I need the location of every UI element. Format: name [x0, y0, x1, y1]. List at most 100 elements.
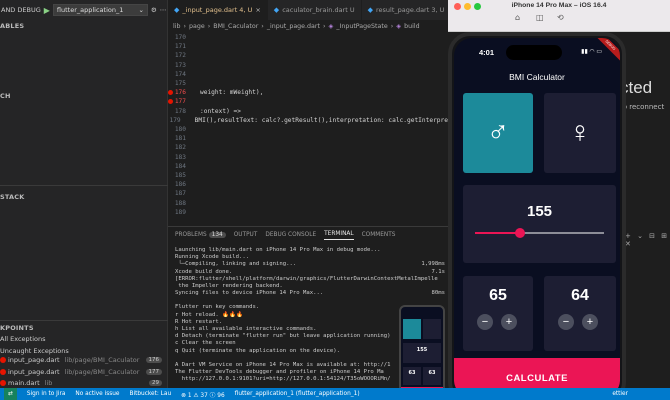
home-icon[interactable]: ⌂: [515, 13, 520, 22]
terminal-text: http://127.0.0.1:9101?uri=http://127.0.0…: [175, 376, 391, 383]
editor-tabs: ◆ _input_page.dart 4, U × ◆ caculator_br…: [168, 0, 452, 20]
status-time: 4:01: [479, 48, 495, 57]
panel-tabs: PROBLEMS 134 OUTPUT DEBUG CONSOLE TERMINA…: [168, 227, 448, 243]
debug-config-name: flutter_application_1: [56, 6, 124, 14]
breadcrumb-item[interactable]: lib: [173, 23, 181, 30]
divider: [0, 320, 168, 321]
panel-controls-icon[interactable]: + ⌄ ⊟ ⊞ ✕: [625, 232, 670, 248]
dart-file-icon: ◆: [367, 6, 373, 14]
chevron-right-icon: ›: [322, 22, 326, 30]
age-minus-button[interactable]: −: [558, 314, 574, 330]
breakpoints-section[interactable]: KPOINTS: [0, 324, 34, 332]
breadcrumb-item[interactable]: BMI_Caculator: [213, 23, 258, 30]
breakpoint-dot-icon: [0, 380, 6, 386]
slider-fill: [475, 232, 521, 234]
status-bar: ⇄ Sign in to Jira No active issue Bitbuc…: [0, 388, 670, 400]
debug-sidebar: AND DEBUG ▶ flutter_application_1 ⌄ ⚙ ⋯ …: [0, 0, 168, 388]
breakpoint-all-exceptions[interactable]: All Exceptions: [0, 333, 168, 345]
simulator-thumbnail[interactable]: 155 63 63: [399, 305, 445, 397]
line-number: 173: [174, 61, 186, 69]
breakpoint-line: 177: [145, 369, 162, 375]
tab-terminal[interactable]: TERMINAL: [324, 231, 354, 240]
tab-label: _input_page.dart 4, U: [182, 6, 253, 14]
breadcrumb-item[interactable]: _InputPageState: [336, 23, 387, 30]
terminal-line: └─Compiling, linking and signing... 1,998…: [175, 261, 445, 268]
mini-weight-card: 63: [403, 367, 421, 385]
line-number: 178: [174, 107, 186, 115]
line-number: 170: [174, 34, 186, 41]
status-icons: ▮▮ ◠ ▭: [581, 49, 602, 55]
problems-badge: 134: [208, 232, 226, 238]
bitbucket-status[interactable]: Bitbucket: Lau: [130, 391, 172, 397]
tab-comments[interactable]: COMMENTS: [362, 232, 396, 238]
dart-file-icon: ◆: [273, 6, 280, 14]
female-card[interactable]: ♀: [544, 93, 616, 173]
weight-plus-button[interactable]: +: [501, 314, 517, 330]
mini-female-card: [423, 319, 441, 339]
terminal-text: └─Compiling, linking and signing...: [175, 261, 297, 268]
slider-thumb[interactable]: [515, 228, 526, 238]
breadcrumb-item[interactable]: build: [404, 23, 419, 30]
mini-weight-value: 63: [408, 370, 416, 376]
mini-height-card: 155: [403, 343, 441, 363]
debug-session-status[interactable]: flutter_application_1 (flutter_applicati…: [235, 391, 360, 397]
tab-caculator-brain[interactable]: ◆ caculator_brain.dart U: [268, 0, 362, 20]
chevron-right-icon: ›: [207, 22, 211, 30]
breakpoint-dot-icon: [0, 357, 6, 363]
line-number: 172: [174, 52, 186, 60]
line-number: 184: [174, 162, 186, 170]
prettier-status[interactable]: ettier: [612, 391, 628, 397]
tab-output[interactable]: OUTPUT: [234, 232, 258, 238]
chevron-down-icon: ⌄: [138, 6, 144, 14]
weight-minus-button[interactable]: −: [477, 314, 493, 330]
code-line[interactable]: 189: [168, 207, 448, 218]
terminal-text: Xcode build done.: [175, 268, 233, 275]
tab-input-page[interactable]: ◆ _input_page.dart 4, U ×: [168, 0, 268, 20]
more-icon[interactable]: ⋯: [160, 6, 167, 14]
terminal-text: the Impeller rendering backend.: [175, 283, 283, 290]
breakpoint-item[interactable]: input_page.dart lib/page/BMI_Caculator 1…: [0, 354, 168, 366]
code-editor[interactable]: 170 171 172 173 174 175 176 weight: mWeight), 17…: [168, 32, 448, 220]
call-stack-section[interactable]: STACK: [0, 193, 24, 201]
debug-config-select[interactable]: flutter_application_1 ⌄: [52, 4, 148, 16]
tab-label: result_page.dart 3, U: [376, 6, 445, 14]
breadcrumb-item[interactable]: _input_page.dart: [267, 23, 320, 30]
breadcrumb-item[interactable]: page: [189, 23, 205, 30]
line-number: 189: [174, 208, 186, 216]
remote-icon[interactable]: ⇄: [4, 388, 17, 400]
close-icon[interactable]: ×: [255, 6, 260, 14]
breakpoint-label: input_page.dart: [8, 368, 60, 376]
height-slider[interactable]: [475, 228, 604, 238]
breakpoint-path: lib/page/BMI_Caculator: [64, 356, 140, 364]
female-icon: ♀: [568, 116, 592, 149]
rotate-icon[interactable]: ⟲: [557, 13, 564, 22]
jira-sign-in[interactable]: Sign in to Jira: [27, 391, 66, 397]
male-card[interactable]: ♂: [463, 93, 533, 173]
weight-card: 65 − +: [463, 276, 533, 351]
divider: [0, 185, 168, 186]
mini-male-card: [403, 319, 421, 339]
variables-section[interactable]: ABLES: [0, 22, 24, 30]
tab-problems[interactable]: PROBLEMS 134: [175, 232, 226, 238]
breadcrumb: lib › page › BMI_Caculator › _input_page.da…: [168, 20, 448, 32]
line-number: 183: [174, 153, 186, 161]
tab-debug-console[interactable]: DEBUG CONSOLE: [265, 232, 316, 238]
iphone-simulator: 4:01 ▮▮ ◠ ▭ DEBUG BMI Calculator ♂ ♀ 155…: [448, 32, 626, 400]
terminal-line: the Impeller rendering backend.: [175, 283, 445, 290]
watch-section[interactable]: CH: [0, 92, 11, 100]
breakpoint-line: 29: [149, 380, 162, 386]
jira-issue[interactable]: No active issue: [75, 391, 119, 397]
breakpoint-label: main.dart: [8, 379, 40, 387]
height-card: 155: [463, 185, 616, 263]
background-subtitle: to reconnect: [620, 103, 665, 111]
problems-status[interactable]: ⊗ 1 ⚠ 37 ⓘ 96: [181, 390, 225, 399]
class-icon: ◈: [328, 22, 334, 30]
tab-result-page[interactable]: ◆ result_page.dart 3, U: [362, 0, 452, 20]
breakpoint-line: 176: [145, 357, 162, 363]
terminal-text: q Quit (terminate the application on the…: [175, 347, 341, 354]
screenshot-icon[interactable]: ◫: [536, 13, 544, 22]
age-plus-button[interactable]: +: [582, 314, 598, 330]
gear-icon[interactable]: ⚙: [151, 6, 157, 14]
debug-label: AND DEBUG: [1, 6, 41, 14]
start-debug-icon[interactable]: ▶: [44, 6, 50, 15]
